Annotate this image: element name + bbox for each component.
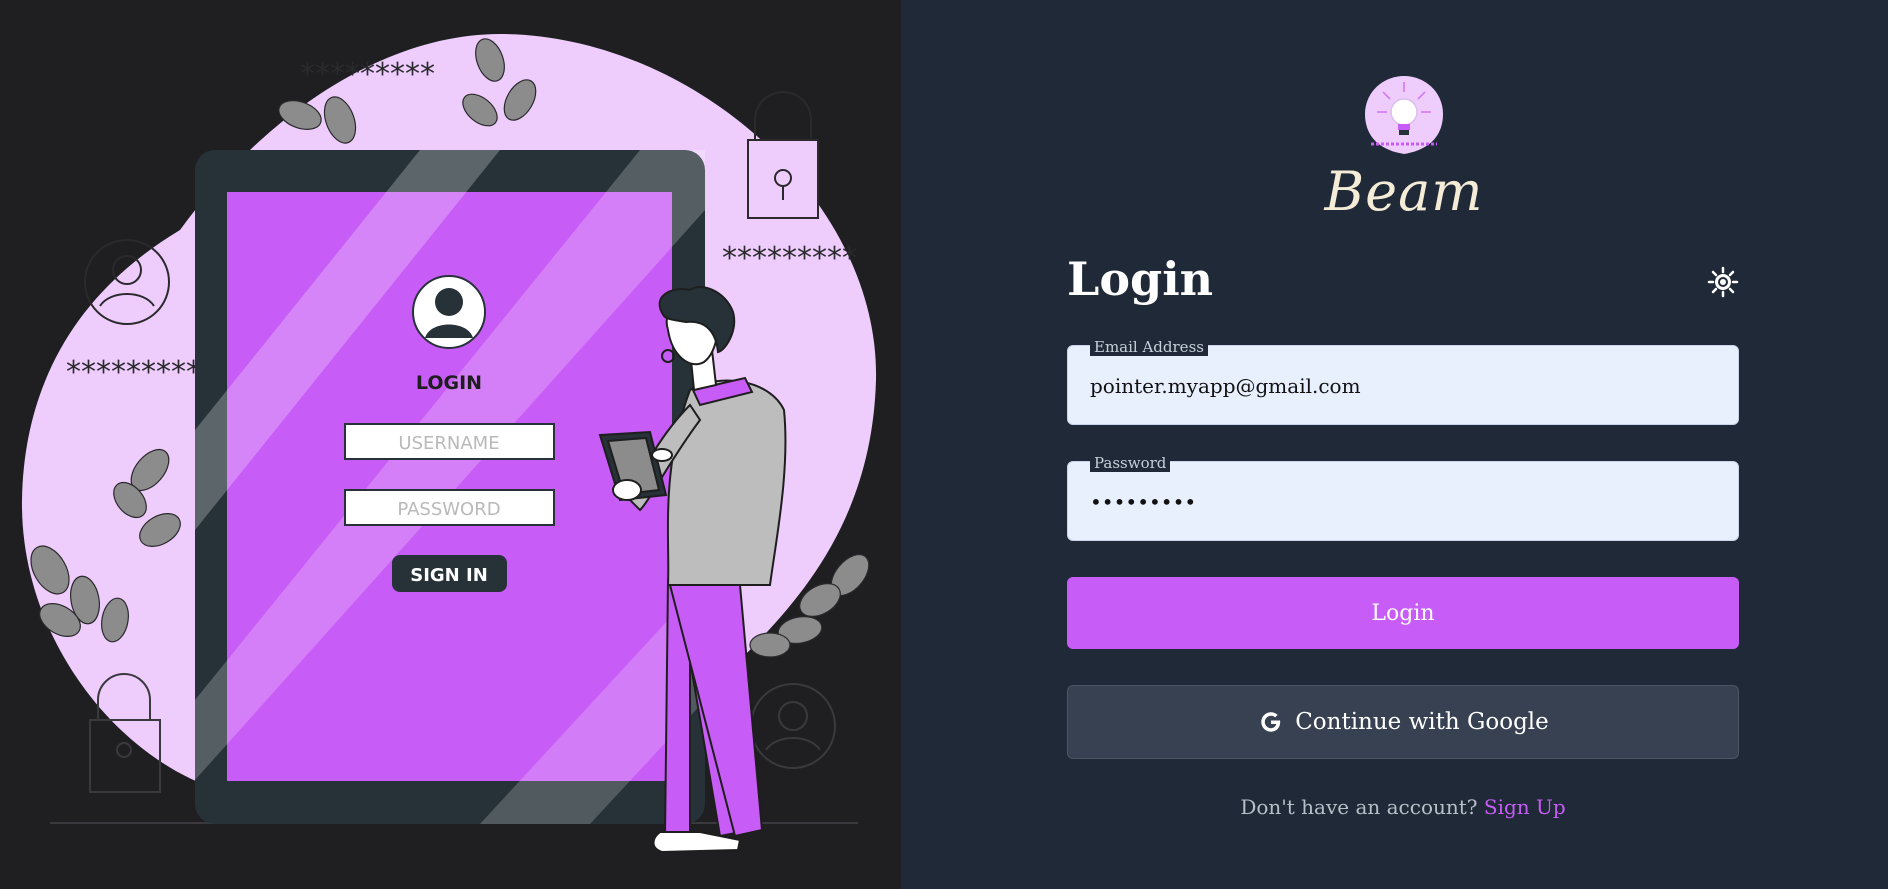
signup-prompt: Don't have an account? <box>1240 795 1478 819</box>
login-panel: Beam Login Email Address Password Login <box>901 0 1888 889</box>
google-button-label: Continue with Google <box>1295 709 1549 735</box>
tablet-login-heading: LOGIN <box>416 372 482 394</box>
illustration-signin-label: SIGN IN <box>410 565 488 586</box>
illustration-username-placeholder: USERNAME <box>398 433 499 454</box>
google-icon <box>1257 708 1285 736</box>
illustration-panel: ********* ********* ********* LOGIN USER… <box>0 0 901 889</box>
signup-link[interactable]: Sign Up <box>1484 795 1566 819</box>
email-input[interactable] <box>1090 368 1720 404</box>
login-button[interactable]: Login <box>1067 577 1739 649</box>
asterisks-right: ********* <box>722 241 857 276</box>
page-title: Login <box>1067 252 1214 306</box>
email-field: Email Address <box>1067 338 1739 425</box>
email-label: Email Address <box>1090 338 1208 356</box>
password-label: Password <box>1090 454 1171 472</box>
illustration-password-placeholder: PASSWORD <box>397 499 500 520</box>
password-input[interactable] <box>1090 484 1720 520</box>
password-field: Password <box>1067 454 1739 541</box>
lightbulb-logo-icon <box>1363 74 1445 156</box>
asterisks-left: ********* <box>66 355 201 390</box>
google-login-button[interactable]: Continue with Google <box>1067 685 1739 759</box>
signup-row: Don't have an account? Sign Up <box>1067 795 1739 819</box>
login-illustration: ********* ********* ********* LOGIN USER… <box>21 34 877 854</box>
asterisks-top: ********* <box>300 57 435 92</box>
sun-icon[interactable] <box>1707 266 1739 298</box>
brand-name: Beam <box>1324 160 1484 223</box>
